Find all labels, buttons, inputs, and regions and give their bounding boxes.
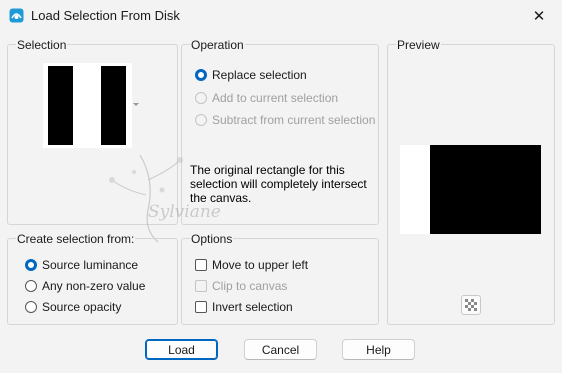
preview-image (400, 145, 541, 234)
create-selection-from-label: Create selection from: (16, 232, 136, 246)
checkbox-clip-to-canvas[interactable]: Clip to canvas (195, 277, 287, 295)
checkbox-label: Invert selection (212, 300, 293, 314)
radio-source-luminance[interactable]: Source luminance (25, 256, 138, 274)
radio-label: Source luminance (42, 258, 139, 272)
checkbox-label: Move to upper left (212, 258, 309, 272)
radio-source-opacity[interactable]: Source opacity (25, 298, 121, 316)
checkbox-invert-selection[interactable]: Invert selection (195, 298, 293, 316)
preview-group-label: Preview (396, 38, 441, 52)
radio-button[interactable] (25, 280, 37, 292)
window-title: Load Selection From Disk (31, 8, 180, 23)
transparency-toggle-button[interactable] (461, 295, 481, 315)
checkbox[interactable] (195, 259, 207, 271)
options-group-label: Options (190, 232, 234, 246)
preview-white-region (400, 145, 430, 234)
operation-info-text: The original rectangle for this selectio… (190, 163, 367, 205)
checkbox-move-to-upper-left[interactable]: Move to upper left (195, 256, 308, 274)
radio-subtract-from-current-selection[interactable]: Subtract from current selection (195, 111, 375, 129)
radio-label: Source opacity (42, 300, 122, 314)
cancel-button[interactable]: Cancel (244, 339, 317, 360)
operation-group-label: Operation (190, 38, 245, 52)
checkbox[interactable] (195, 301, 207, 313)
checkerboard-icon (465, 299, 477, 311)
radio-label: Subtract from current selection (212, 113, 376, 127)
checkbox[interactable] (195, 280, 207, 292)
radio-button[interactable] (195, 114, 207, 126)
load-button[interactable]: Load (145, 339, 218, 360)
title-bar: Load Selection From Disk ✕ (0, 0, 562, 31)
app-icon (9, 8, 24, 23)
radio-replace-selection[interactable]: Replace selection (195, 66, 307, 84)
radio-add-to-current-selection[interactable]: Add to current selection (195, 89, 338, 107)
radio-label: Replace selection (212, 68, 307, 82)
radio-label: Add to current selection (212, 91, 339, 105)
thumbnail-dropdown-arrow-icon[interactable] (133, 103, 139, 106)
radio-button[interactable] (195, 92, 207, 104)
radio-button[interactable] (25, 301, 37, 313)
radio-label: Any non-zero value (42, 279, 146, 293)
radio-any-non-zero-value[interactable]: Any non-zero value (25, 277, 145, 295)
selection-thumbnail[interactable] (43, 63, 132, 148)
close-icon: ✕ (532, 7, 546, 25)
checkbox-label: Clip to canvas (212, 279, 288, 293)
close-button[interactable]: ✕ (516, 0, 562, 31)
selection-group-label: Selection (16, 38, 68, 52)
help-button[interactable]: Help (342, 339, 415, 360)
watermark-text: Sylviane (148, 202, 221, 222)
thumbnail-bar-left (48, 66, 73, 145)
radio-button[interactable] (195, 69, 207, 81)
radio-button[interactable] (25, 259, 37, 271)
thumbnail-bar-right (101, 66, 126, 145)
